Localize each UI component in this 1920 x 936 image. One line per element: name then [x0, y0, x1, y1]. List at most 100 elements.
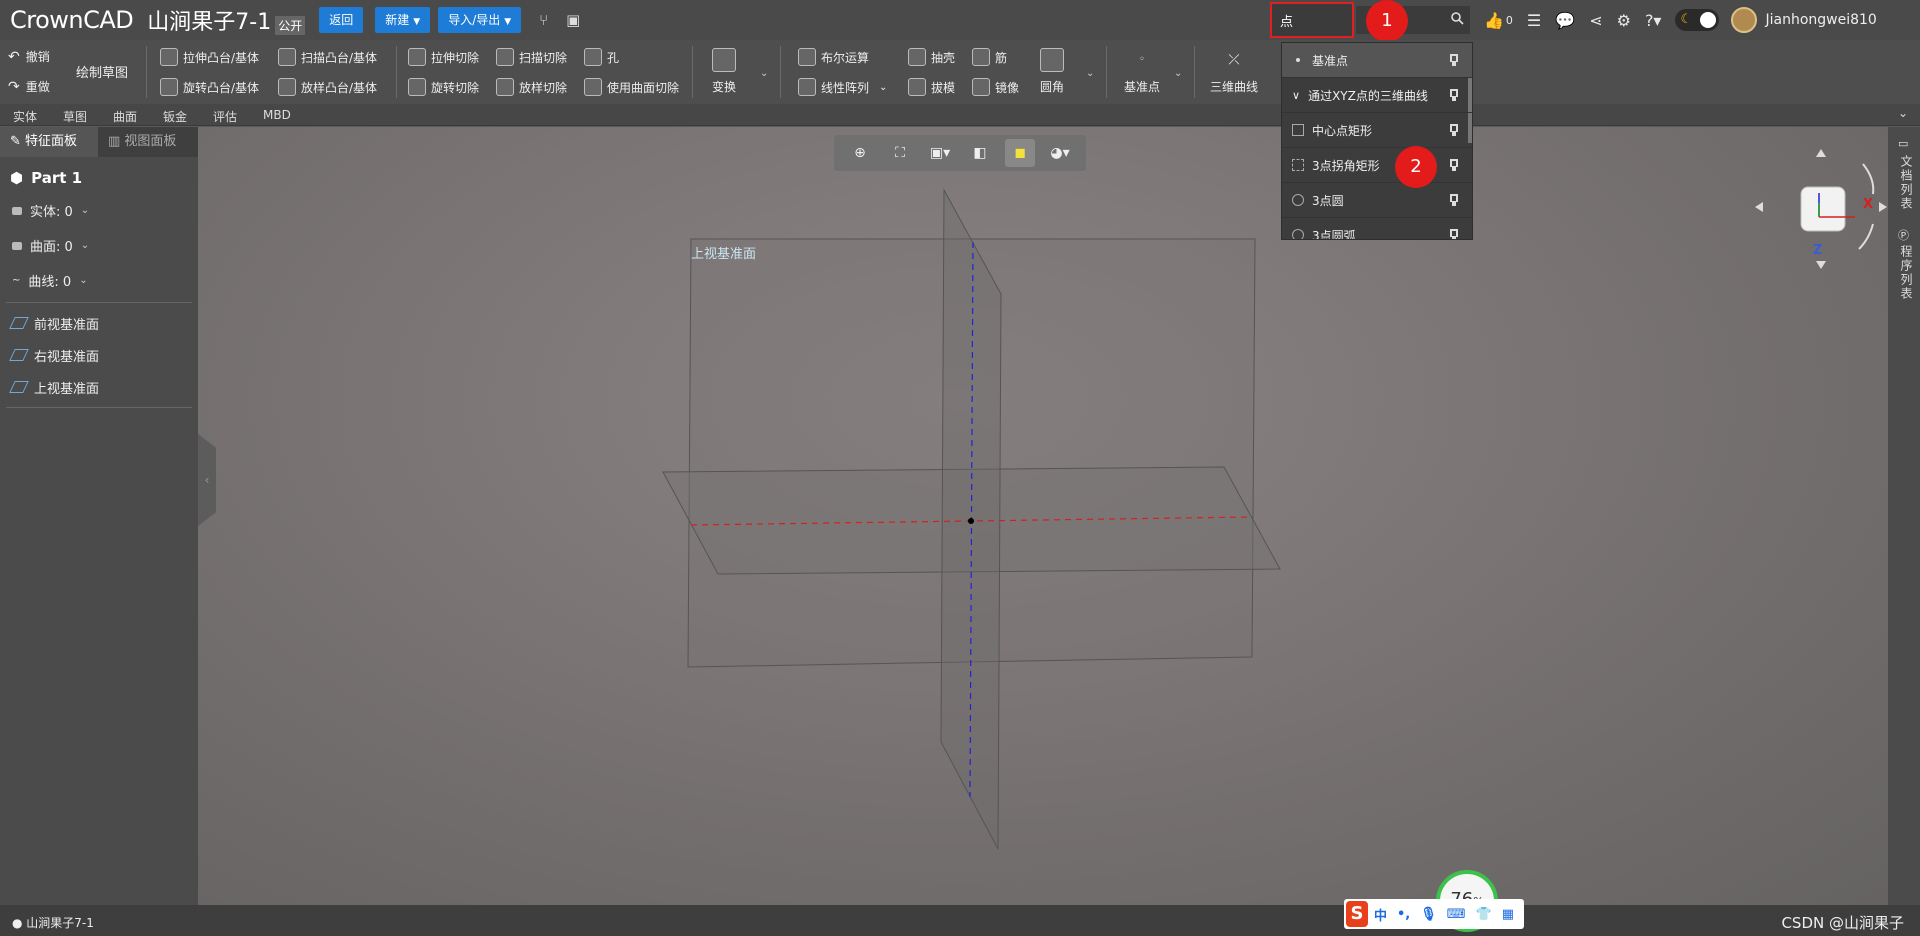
curve-3d-button[interactable]: ⤫ 三维曲线	[1210, 48, 1258, 95]
panel-divider	[6, 407, 192, 408]
loft-cut-button[interactable]: 放样切除	[496, 78, 567, 96]
ime-logo[interactable]: S	[1346, 901, 1368, 927]
tab-evaluate[interactable]: 评估	[213, 108, 237, 125]
pin-icon[interactable]	[1448, 88, 1460, 102]
revolve-boss-button[interactable]: 旋转凸台/基体	[160, 78, 259, 96]
result-item-ref-point[interactable]: 基准点	[1282, 43, 1472, 78]
pin-icon[interactable]	[1448, 193, 1460, 207]
sketch-button[interactable]: 绘制草图	[76, 62, 128, 81]
hole-button[interactable]: 孔	[584, 48, 619, 66]
hide-show-icon[interactable]: ◕▾	[1045, 139, 1075, 167]
comment-icon[interactable]: 💬	[1555, 11, 1575, 30]
tab-view-panel[interactable]: ▥ 视图面板	[98, 127, 198, 157]
program-list-tab[interactable]: 程序列表	[1898, 245, 1915, 301]
sweep-cut-button[interactable]: 扫描切除	[496, 48, 567, 66]
pin-icon[interactable]	[1448, 158, 1460, 172]
solid-count: 实体: 0	[30, 205, 73, 220]
status-document[interactable]: ● 山涧果子7-1	[12, 914, 94, 931]
list-icon[interactable]: ☰	[1527, 11, 1541, 30]
3d-viewport[interactable]: 上视基准面 ⊕ ⛶ ▣▾ ◧ ◼ ◕▾ Z X	[198, 127, 1888, 905]
search-box[interactable]	[1270, 2, 1354, 38]
shell-button[interactable]: 抽壳	[908, 48, 955, 66]
avatar[interactable]	[1731, 7, 1758, 33]
pin-icon[interactable]	[1448, 53, 1460, 67]
pin-icon[interactable]	[1448, 123, 1460, 137]
draft-label: 拔模	[931, 80, 956, 95]
save-icon[interactable]: ▣	[566, 11, 580, 29]
search-icon[interactable]	[1450, 11, 1464, 25]
display-style-icon[interactable]: ◼	[1005, 139, 1035, 167]
fillet-dropdown-caret[interactable]: ⌄	[1086, 68, 1094, 79]
ime-language[interactable]: 中	[1374, 905, 1387, 924]
ribbon-divider	[1194, 46, 1195, 98]
fillet-button[interactable]: 圆角	[1040, 48, 1064, 95]
solid-count-row[interactable]: 实体: 0 ⌄	[12, 193, 198, 228]
thumbs-up-icon[interactable]: 👍	[1484, 11, 1504, 30]
document-list-tab[interactable]: 文档列表	[1898, 155, 1915, 211]
loft-boss-icon	[278, 78, 296, 96]
extrude-boss-button[interactable]: 拉伸凸台/基体	[160, 48, 259, 66]
boolean-icon	[798, 48, 816, 66]
tab-sheet-metal[interactable]: 钣金	[163, 108, 187, 125]
revolve-cut-button[interactable]: 旋转切除	[408, 78, 479, 96]
plane-icon	[9, 349, 29, 361]
fit-view-icon[interactable]: ⛶	[885, 139, 915, 167]
tree-item-front-plane[interactable]: 前视基准面	[9, 307, 198, 339]
reference-point-dropdown-caret[interactable]: ⌄	[1174, 68, 1182, 79]
part-title[interactable]: ⬢ Part 1	[10, 169, 198, 187]
branch-icon[interactable]: ⑂	[539, 11, 548, 29]
result-label: 3点圆	[1312, 193, 1344, 208]
result-item-3point-arc[interactable]: 3点圆弧	[1282, 218, 1472, 240]
microphone-icon[interactable]: 🎙	[1420, 907, 1437, 922]
collapse-ribbon-icon[interactable]: ⌄	[1898, 106, 1908, 120]
rib-button[interactable]: 筋	[972, 48, 1007, 66]
gear-icon[interactable]: ⚙	[1617, 11, 1631, 30]
result-item-3point-circle[interactable]: 3点圆	[1282, 183, 1472, 218]
skin-icon[interactable]: 👕	[1476, 907, 1492, 922]
tab-feature-panel[interactable]: ✎ 特征面板	[0, 127, 98, 157]
boolean-button[interactable]: 布尔运算	[798, 48, 869, 66]
theme-toggle[interactable]: ☾	[1675, 9, 1720, 31]
linear-pattern-button[interactable]: 线性阵列 ⌄	[798, 78, 887, 96]
tree-item-top-plane[interactable]: 上视基准面	[9, 371, 198, 403]
undo-button[interactable]: ↶ 撤销	[8, 48, 50, 65]
transform-dropdown-caret[interactable]: ⌄	[760, 68, 768, 79]
help-icon[interactable]: ?▾	[1645, 11, 1662, 30]
sweep-boss-button[interactable]: 扫描凸台/基体	[278, 48, 377, 66]
redo-button[interactable]: ↷ 重做	[8, 78, 50, 95]
transform-button[interactable]: 变换	[712, 48, 736, 95]
keyboard-icon[interactable]: ⌨	[1447, 907, 1466, 922]
surface-count-row[interactable]: 曲面: 0 ⌄	[12, 228, 198, 263]
extrude-cut-button[interactable]: 拉伸切除	[408, 48, 479, 66]
curve-count-row[interactable]: ∼ 曲线: 0 ⌄	[12, 263, 198, 298]
section-view-icon[interactable]: ◧	[965, 139, 995, 167]
share-icon[interactable]: ⋖	[1589, 11, 1602, 30]
new-button[interactable]: 新建 ▼	[375, 7, 431, 33]
search-input[interactable]	[1280, 13, 1350, 28]
result-item-corner-rectangle[interactable]: 3点拐角矩形	[1282, 148, 1472, 183]
redo-icon: ↷	[8, 78, 20, 95]
reference-point-button[interactable]: ◦ 基准点	[1124, 48, 1160, 95]
result-item-center-rectangle[interactable]: 中心点矩形	[1282, 113, 1472, 148]
back-button[interactable]: 返回	[319, 7, 364, 33]
loft-boss-button[interactable]: 放样凸台/基体	[278, 78, 377, 96]
ime-toolbar: S 中 •, 🎙 ⌨ 👕 ▦	[1344, 899, 1524, 929]
grid-icon[interactable]: ▦	[1502, 907, 1514, 922]
tab-surface[interactable]: 曲面	[113, 108, 137, 125]
import-export-button[interactable]: 导入/导出 ▼	[438, 7, 522, 33]
redo-label: 重做	[25, 80, 50, 94]
ime-punctuation[interactable]: •,	[1397, 907, 1410, 922]
username[interactable]: Jianhongwei810	[1765, 12, 1876, 28]
collapse-panel-handle[interactable]: ‹	[198, 434, 216, 526]
view-orientation-icon[interactable]: ▣▾	[925, 139, 955, 167]
surface-cut-button[interactable]: 使用曲面切除	[584, 78, 679, 96]
pin-icon[interactable]	[1448, 228, 1460, 240]
tree-item-right-plane[interactable]: 右视基准面	[9, 339, 198, 371]
draft-button[interactable]: 拔模	[908, 78, 955, 96]
tab-mbd[interactable]: MBD	[263, 108, 291, 122]
zoom-icon[interactable]: ⊕	[845, 139, 875, 167]
tab-sketch[interactable]: 草图	[63, 108, 87, 125]
tab-solid[interactable]: 实体	[13, 108, 37, 125]
result-item-xyz-curve[interactable]: ∨ 通过XYZ点的三维曲线	[1282, 78, 1472, 113]
mirror-button[interactable]: 镜像	[972, 78, 1019, 96]
